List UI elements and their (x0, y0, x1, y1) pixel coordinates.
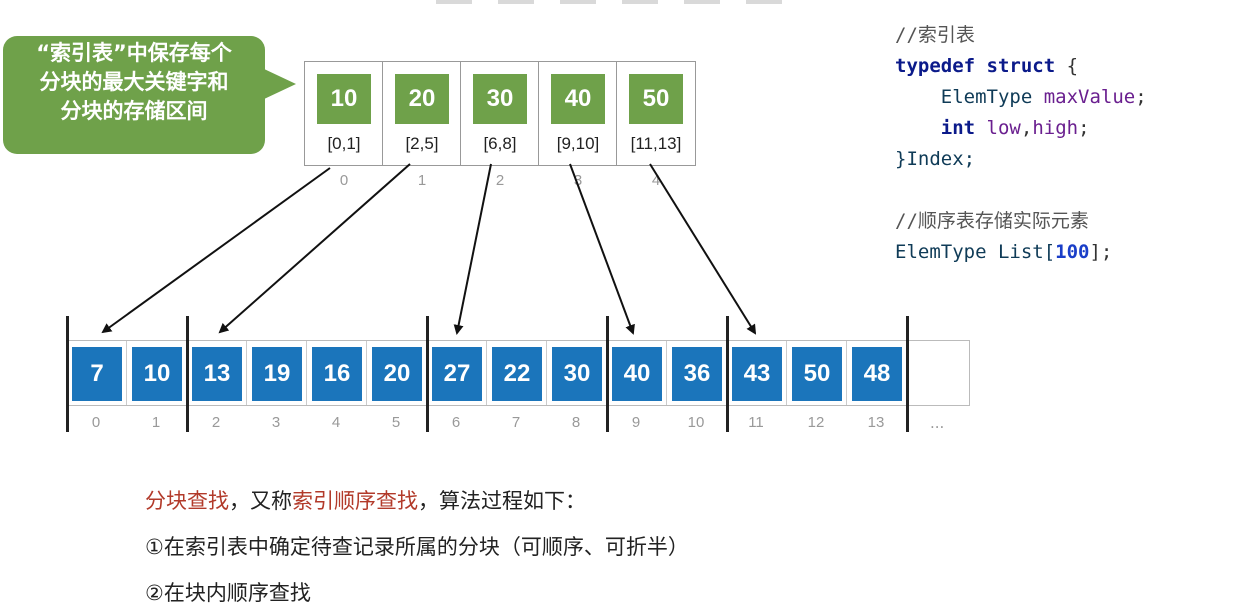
code-keyword: struct (986, 55, 1056, 77)
code-keyword: int (940, 117, 976, 139)
arrow-block-1 (218, 163, 411, 334)
code-text: ]; (1089, 241, 1113, 263)
explanation-text: ，又称 (229, 489, 292, 513)
code-block: //索引表 typedef struct { ElemType maxValue… (895, 20, 1147, 268)
arrow-block-0 (101, 167, 331, 334)
code-text: List[ (986, 241, 1056, 263)
code-type: ElemType (940, 86, 1033, 108)
arrow-block-2 (453, 163, 492, 335)
term-index-sequential: 索引顺序查找 (292, 489, 418, 513)
code-field: low (975, 117, 1021, 139)
code-comment: //索引表 (895, 24, 975, 46)
code-comment: //顺序表存储实际元素 (895, 210, 1089, 232)
code-text: { (1055, 55, 1079, 77)
code-text: }Index; (895, 148, 976, 170)
code-keyword: typedef (895, 55, 976, 77)
code-text: ; (1135, 86, 1147, 108)
code-text: ; (1078, 117, 1090, 139)
term-block-search: 分块查找 (145, 489, 229, 513)
explanation: 分块查找，又称索引顺序查找，算法过程如下： ①在索引表中确定待查记录所属的分块（… (145, 478, 689, 616)
arrow-block-3 (569, 163, 635, 335)
step-2: ②在块内顺序查找 (145, 581, 311, 605)
code-field: high (1032, 117, 1079, 139)
code-field: maxValue (1032, 86, 1136, 108)
explanation-text: ，算法过程如下： (418, 489, 586, 513)
code-number: 100 (1055, 241, 1090, 263)
arrow-block-4 (649, 163, 757, 335)
code-text: , (1020, 117, 1033, 139)
explanation-line: 分块查找，又称索引顺序查找，算法过程如下： (145, 478, 689, 524)
code-type: ElemType (895, 241, 987, 263)
step-1: ①在索引表中确定待查记录所属的分块（可顺序、可折半） (145, 535, 689, 559)
